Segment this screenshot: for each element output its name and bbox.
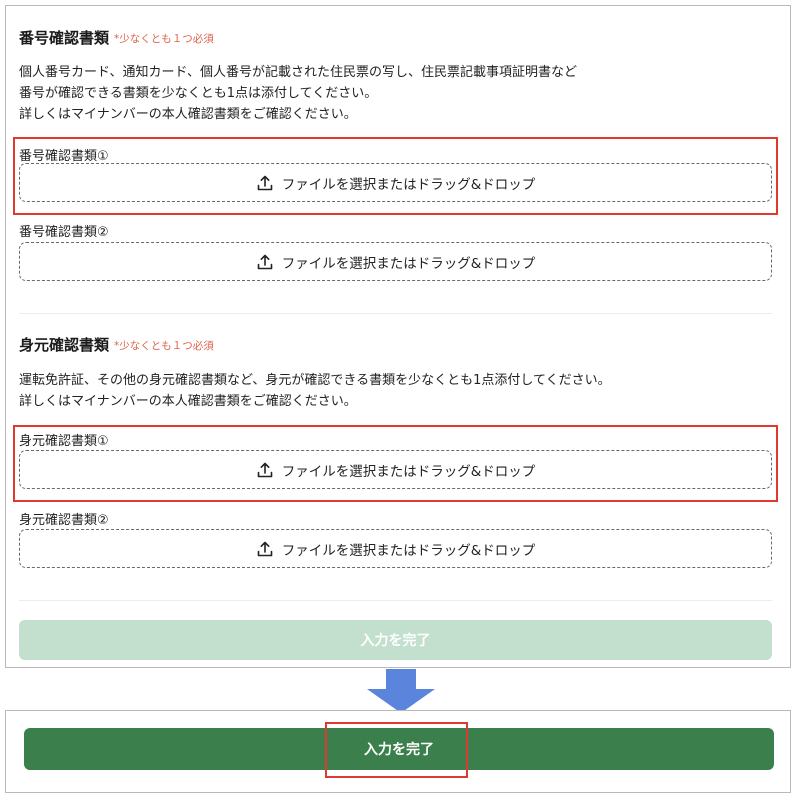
section-divider — [19, 600, 772, 601]
highlight-box — [13, 137, 778, 215]
number-section-description: 個人番号カード、通知カード、個人番号が記載された住民票の写し、住民票記載事項証明… — [19, 65, 577, 122]
required-note: *少なくとも１つ必須 — [114, 33, 214, 45]
required-note: *少なくとも１つ必須 — [114, 340, 214, 352]
highlight-box — [13, 425, 778, 502]
form-panel-after: 入力を完了 — [5, 710, 791, 793]
upload-icon — [257, 254, 273, 269]
highlight-box — [325, 722, 468, 778]
number-section-title: 番号確認書類 *少なくとも１つ必須 — [19, 29, 214, 47]
number-doc-2-label: 番号確認書類② — [19, 225, 109, 240]
form-panel-before: 番号確認書類 *少なくとも１つ必須 個人番号カード、通知カード、個人番号が記載され… — [5, 5, 791, 668]
upload-icon — [257, 541, 273, 556]
complete-button-disabled[interactable]: 入力を完了 — [19, 620, 772, 660]
identity-doc-2-dropzone[interactable]: ファイルを選択またはドラッグ&ドロップ — [19, 529, 772, 568]
identity-section-title: 身元確認書類 *少なくとも１つ必須 — [19, 336, 214, 354]
identity-section-description: 運転免許証、その他の身元確認書類など、身元が確認できる書類を少なくとも1点添付し… — [19, 373, 611, 409]
number-doc-2-dropzone[interactable]: ファイルを選択またはドラッグ&ドロップ — [19, 242, 772, 281]
identity-doc-2-label: 身元確認書類② — [19, 513, 109, 528]
section-divider — [19, 313, 772, 314]
arrow-down-icon — [367, 669, 435, 713]
